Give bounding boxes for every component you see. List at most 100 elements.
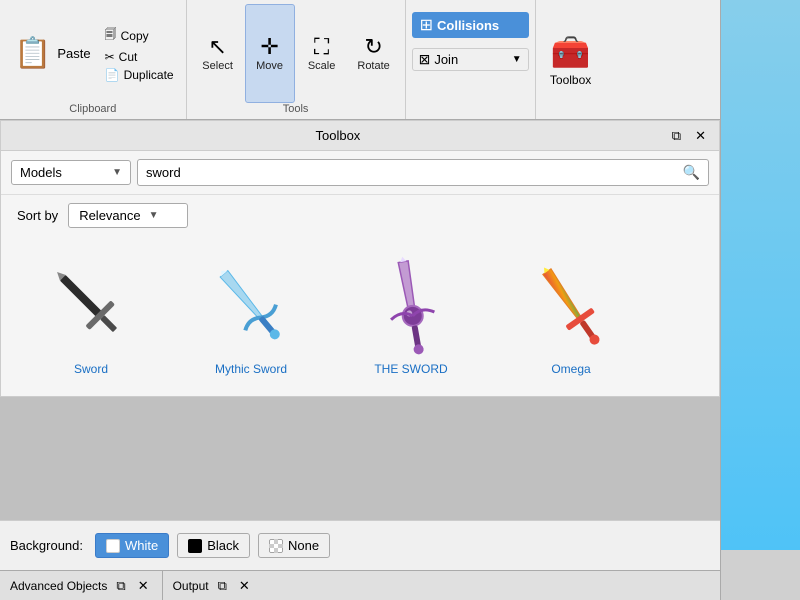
main-toolbar: 📋 Paste 🗐 Copy ✂ Cut 📄 Duplicate Clipboa…	[0, 0, 800, 120]
the-sword-svg	[351, 256, 471, 356]
copy-label: Copy	[121, 29, 149, 43]
select-icon: ↖	[208, 36, 226, 58]
scale-button[interactable]: ⛶ Scale	[297, 4, 347, 103]
cut-label: Cut	[119, 50, 138, 64]
sword-label: Sword	[74, 362, 108, 376]
background-label: Background:	[10, 538, 83, 553]
black-label: Black	[207, 538, 239, 553]
join-button[interactable]: ⊠ Join ▼	[412, 48, 529, 71]
white-label: White	[125, 538, 158, 553]
item-the-sword[interactable]: THE SWORD	[331, 246, 491, 386]
advanced-objects-label: Advanced Objects	[10, 579, 107, 593]
models-dropdown-label: Models	[20, 165, 108, 180]
clipboard-label: Clipboard	[8, 103, 178, 115]
sword-svg	[31, 256, 151, 356]
black-swatch	[188, 539, 202, 553]
advanced-objects-close-button[interactable]: ✕	[135, 577, 152, 595]
advanced-objects-section: Advanced Objects ⧉ ✕	[0, 571, 163, 600]
items-grid: Sword	[1, 236, 719, 396]
mythic-sword-image	[191, 256, 311, 356]
tools-label: Tools	[193, 103, 399, 115]
status-bar: Advanced Objects ⧉ ✕ Output ⧉ ✕	[0, 570, 800, 600]
item-mythic-sword[interactable]: Mythic Sword	[171, 246, 331, 386]
toolbox-search-bar: Models ▼ 🔍	[1, 151, 719, 195]
sort-dropdown[interactable]: Relevance ▼	[68, 203, 188, 228]
mythic-sword-label: Mythic Sword	[215, 362, 287, 376]
insert-label	[412, 103, 529, 115]
black-button[interactable]: Black	[177, 533, 250, 558]
collisions-icon: ⊞	[420, 15, 433, 35]
select-button[interactable]: ↖ Select	[193, 4, 243, 103]
paste-icon: 📋	[14, 36, 51, 71]
viewport-background	[721, 0, 800, 550]
background-bar: Background: White Black None	[0, 520, 720, 570]
none-swatch	[269, 539, 283, 553]
sort-by-label: Sort by	[17, 208, 58, 223]
copy-button[interactable]: 🗐 Copy	[101, 23, 178, 48]
output-label: Output	[173, 579, 209, 593]
rotate-button[interactable]: ↻ Rotate	[349, 4, 399, 103]
clipboard-group: 📋 Paste 🗐 Copy ✂ Cut 📄 Duplicate Clipboa…	[0, 0, 187, 119]
cut-button[interactable]: ✂ Cut	[101, 48, 178, 66]
sort-bar: Sort by Relevance ▼	[1, 195, 719, 236]
join-icon: ⊠	[419, 51, 431, 68]
cut-icon: ✂	[105, 50, 115, 64]
output-close-button[interactable]: ✕	[236, 577, 253, 595]
scale-icon: ⛶	[314, 36, 329, 58]
sword-image	[31, 256, 151, 356]
tools-items: ↖ Select ✛ Move ⛶ Scale ↻ Rotate	[193, 4, 399, 103]
white-button[interactable]: White	[95, 533, 169, 558]
search-input[interactable]	[146, 165, 683, 180]
search-input-wrapper: 🔍	[137, 159, 709, 186]
omega-label: Omega	[551, 362, 590, 376]
toolbox-label: Toolbox	[550, 73, 591, 87]
collisions-label: Collisions	[437, 18, 499, 33]
move-button[interactable]: ✛ Move	[245, 4, 295, 103]
paste-label: Paste	[57, 46, 90, 61]
mythic-sword-svg	[191, 256, 311, 356]
sort-dropdown-value: Relevance	[79, 208, 140, 223]
rotate-label: Rotate	[357, 60, 389, 72]
the-sword-label: THE SWORD	[374, 362, 447, 376]
search-icon: 🔍	[683, 164, 700, 181]
move-label: Move	[256, 60, 283, 72]
item-omega[interactable]: Omega	[491, 246, 651, 386]
right-viewport-panel	[720, 0, 800, 600]
models-dropdown[interactable]: Models ▼	[11, 160, 131, 185]
select-label: Select	[202, 60, 233, 72]
the-sword-image	[351, 256, 471, 356]
toolbox-title: Toolbox	[9, 128, 667, 143]
toolbox-close-button[interactable]: ✕	[690, 126, 711, 146]
move-icon: ✛	[260, 36, 278, 58]
toolbox-icon: 🧰	[551, 33, 591, 71]
duplicate-label: Duplicate	[124, 68, 174, 82]
toolbox-header: Toolbox ⧉ ✕	[1, 121, 719, 151]
omega-image	[511, 256, 631, 356]
paste-button[interactable]: 📋 Paste	[8, 30, 97, 77]
advanced-objects-pin-button[interactable]: ⧉	[113, 577, 128, 595]
sort-dropdown-arrow-icon: ▼	[149, 210, 159, 221]
rotate-icon: ↻	[364, 36, 382, 58]
scale-label: Scale	[308, 60, 336, 72]
none-label: None	[288, 538, 319, 553]
models-dropdown-arrow-icon: ▼	[112, 167, 122, 178]
join-label: Join	[434, 52, 458, 67]
tools-group: ↖ Select ✛ Move ⛶ Scale ↻ Rotate Tools	[187, 0, 406, 119]
toolbox-button[interactable]: 🧰 Toolbox	[536, 0, 606, 119]
white-swatch	[106, 539, 120, 553]
toolbox-header-buttons: ⧉ ✕	[667, 126, 711, 146]
output-pin-button[interactable]: ⧉	[215, 577, 230, 595]
item-sword[interactable]: Sword	[11, 246, 171, 386]
toolbox-pin-button[interactable]: ⧉	[667, 126, 686, 146]
duplicate-icon: 📄	[105, 68, 120, 82]
omega-svg	[511, 256, 631, 356]
toolbox-panel: Toolbox ⧉ ✕ Models ▼ 🔍 Sort by Relevance…	[0, 120, 720, 397]
duplicate-button[interactable]: 📄 Duplicate	[101, 66, 178, 84]
clipboard-small-buttons: 🗐 Copy ✂ Cut 📄 Duplicate	[101, 23, 178, 84]
join-dropdown-arrow-icon: ▼	[512, 54, 522, 65]
collisions-group: ⊞ Collisions ⊠ Join ▼	[406, 0, 536, 119]
collisions-button[interactable]: ⊞ Collisions	[412, 12, 529, 38]
none-button[interactable]: None	[258, 533, 330, 558]
copy-icon: 🗐	[105, 25, 117, 46]
output-section: Output ⧉ ✕	[163, 571, 263, 600]
